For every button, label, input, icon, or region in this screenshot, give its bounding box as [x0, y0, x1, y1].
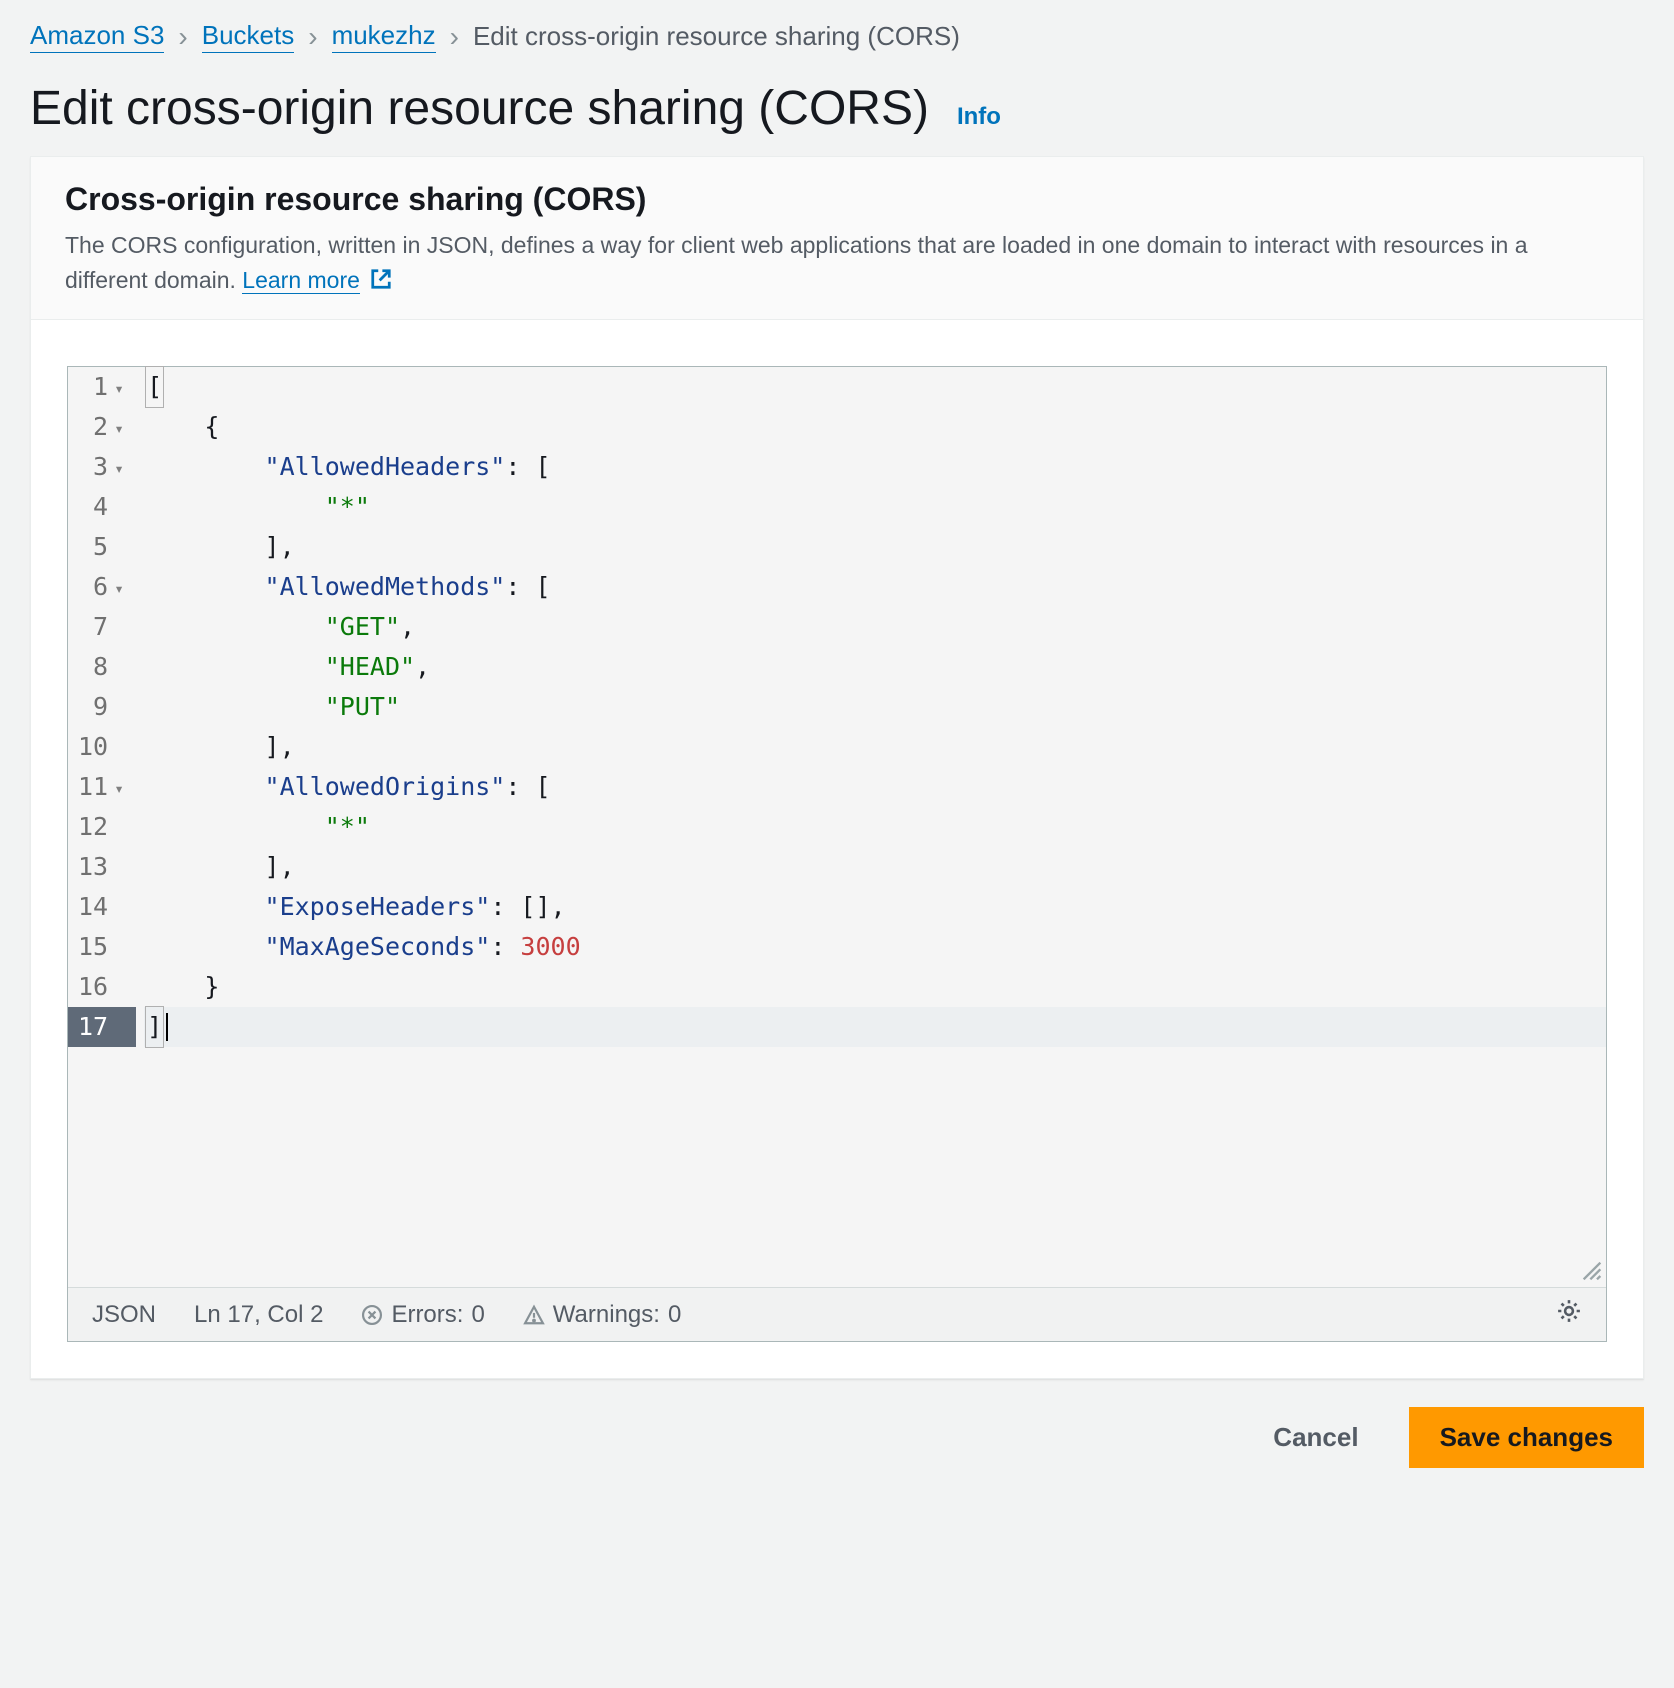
- code-line[interactable]: "ExposeHeaders": [],: [144, 887, 1606, 927]
- resize-handle-icon[interactable]: [1582, 1261, 1602, 1287]
- code-content[interactable]: [ { "AllowedHeaders": [ "*" ], "AllowedM…: [136, 367, 1606, 1287]
- fold-toggle-icon[interactable]: [108, 366, 130, 409]
- cancel-button[interactable]: Cancel: [1251, 1407, 1380, 1468]
- breadcrumb-buckets[interactable]: Buckets: [202, 20, 295, 53]
- breadcrumb-amazon-s3[interactable]: Amazon S3: [30, 20, 164, 53]
- panel-title: Cross-origin resource sharing (CORS): [65, 181, 1609, 218]
- code-line[interactable]: [: [144, 367, 1606, 407]
- cors-json-editor[interactable]: 1234567891011121314151617 [ { "AllowedHe…: [67, 366, 1607, 1342]
- line-number: 17: [68, 1007, 136, 1047]
- chevron-right-icon: ›: [450, 23, 459, 51]
- fold-toggle-icon[interactable]: [108, 446, 130, 489]
- code-line[interactable]: ],: [144, 847, 1606, 887]
- line-number: 15: [68, 927, 136, 967]
- code-line[interactable]: "PUT": [144, 687, 1606, 727]
- status-errors-count: 0: [471, 1301, 484, 1329]
- panel-body: 1234567891011121314151617 [ { "AllowedHe…: [31, 320, 1643, 1378]
- status-errors-label: Errors:: [391, 1301, 463, 1329]
- fold-toggle-icon[interactable]: [108, 406, 130, 449]
- editor-settings-button[interactable]: [1556, 1298, 1582, 1331]
- code-line[interactable]: {: [144, 407, 1606, 447]
- line-number: 14: [68, 887, 136, 927]
- breadcrumb: Amazon S3 › Buckets › mukezhz › Edit cro…: [30, 20, 1644, 53]
- code-line[interactable]: ]: [144, 1007, 1606, 1047]
- page-title-row: Edit cross-origin resource sharing (CORS…: [30, 81, 1644, 136]
- editor-status-bar: JSON Ln 17, Col 2 Errors: 0 Warnings: 0: [68, 1287, 1606, 1341]
- status-warnings-label: Warnings:: [553, 1301, 660, 1329]
- cors-panel: Cross-origin resource sharing (CORS) The…: [30, 156, 1644, 1379]
- line-number: 11: [68, 767, 136, 807]
- status-language: JSON: [92, 1301, 156, 1329]
- page-title: Edit cross-origin resource sharing (CORS…: [30, 81, 929, 136]
- line-number: 8: [68, 647, 136, 687]
- status-cursor-position: Ln 17, Col 2: [194, 1301, 323, 1329]
- line-number: 3: [68, 447, 136, 487]
- line-number: 9: [68, 687, 136, 727]
- info-link[interactable]: Info: [957, 103, 1001, 131]
- code-line[interactable]: "MaxAgeSeconds": 3000: [144, 927, 1606, 967]
- line-number: 7: [68, 607, 136, 647]
- text-cursor: [166, 1013, 168, 1041]
- line-number: 5: [68, 527, 136, 567]
- footer-actions: Cancel Save changes: [30, 1407, 1644, 1468]
- panel-description: The CORS configuration, written in JSON,…: [65, 228, 1609, 299]
- code-line[interactable]: "*": [144, 807, 1606, 847]
- panel-header: Cross-origin resource sharing (CORS) The…: [31, 157, 1643, 320]
- line-number: 13: [68, 847, 136, 887]
- fold-toggle-icon[interactable]: [108, 766, 130, 809]
- chevron-right-icon: ›: [308, 23, 317, 51]
- line-gutter: 1234567891011121314151617: [68, 367, 136, 1287]
- code-line[interactable]: ],: [144, 727, 1606, 767]
- status-warnings: Warnings: 0: [523, 1301, 682, 1329]
- line-number: 6: [68, 567, 136, 607]
- line-number: 12: [68, 807, 136, 847]
- gear-icon: [1556, 1298, 1582, 1324]
- external-link-icon: [370, 265, 392, 300]
- code-line[interactable]: "AllowedMethods": [: [144, 567, 1606, 607]
- status-warnings-count: 0: [668, 1301, 681, 1329]
- breadcrumb-current: Edit cross-origin resource sharing (CORS…: [473, 21, 960, 52]
- code-line[interactable]: "GET",: [144, 607, 1606, 647]
- code-line[interactable]: "AllowedHeaders": [: [144, 447, 1606, 487]
- error-circle-icon: [361, 1304, 383, 1326]
- code-line[interactable]: ],: [144, 527, 1606, 567]
- line-number: 1: [68, 367, 136, 407]
- breadcrumb-bucket-name[interactable]: mukezhz: [332, 20, 436, 53]
- status-errors: Errors: 0: [361, 1301, 484, 1329]
- code-line[interactable]: "HEAD",: [144, 647, 1606, 687]
- line-number: 16: [68, 967, 136, 1007]
- code-line[interactable]: }: [144, 967, 1606, 1007]
- line-number: 10: [68, 727, 136, 767]
- learn-more-link[interactable]: Learn more: [242, 267, 360, 294]
- chevron-right-icon: ›: [178, 23, 187, 51]
- code-area[interactable]: 1234567891011121314151617 [ { "AllowedHe…: [68, 367, 1606, 1287]
- code-line[interactable]: "*": [144, 487, 1606, 527]
- save-changes-button[interactable]: Save changes: [1409, 1407, 1644, 1468]
- code-line[interactable]: "AllowedOrigins": [: [144, 767, 1606, 807]
- line-number: 4: [68, 487, 136, 527]
- warning-triangle-icon: [523, 1304, 545, 1326]
- line-number: 2: [68, 407, 136, 447]
- fold-toggle-icon[interactable]: [108, 566, 130, 609]
